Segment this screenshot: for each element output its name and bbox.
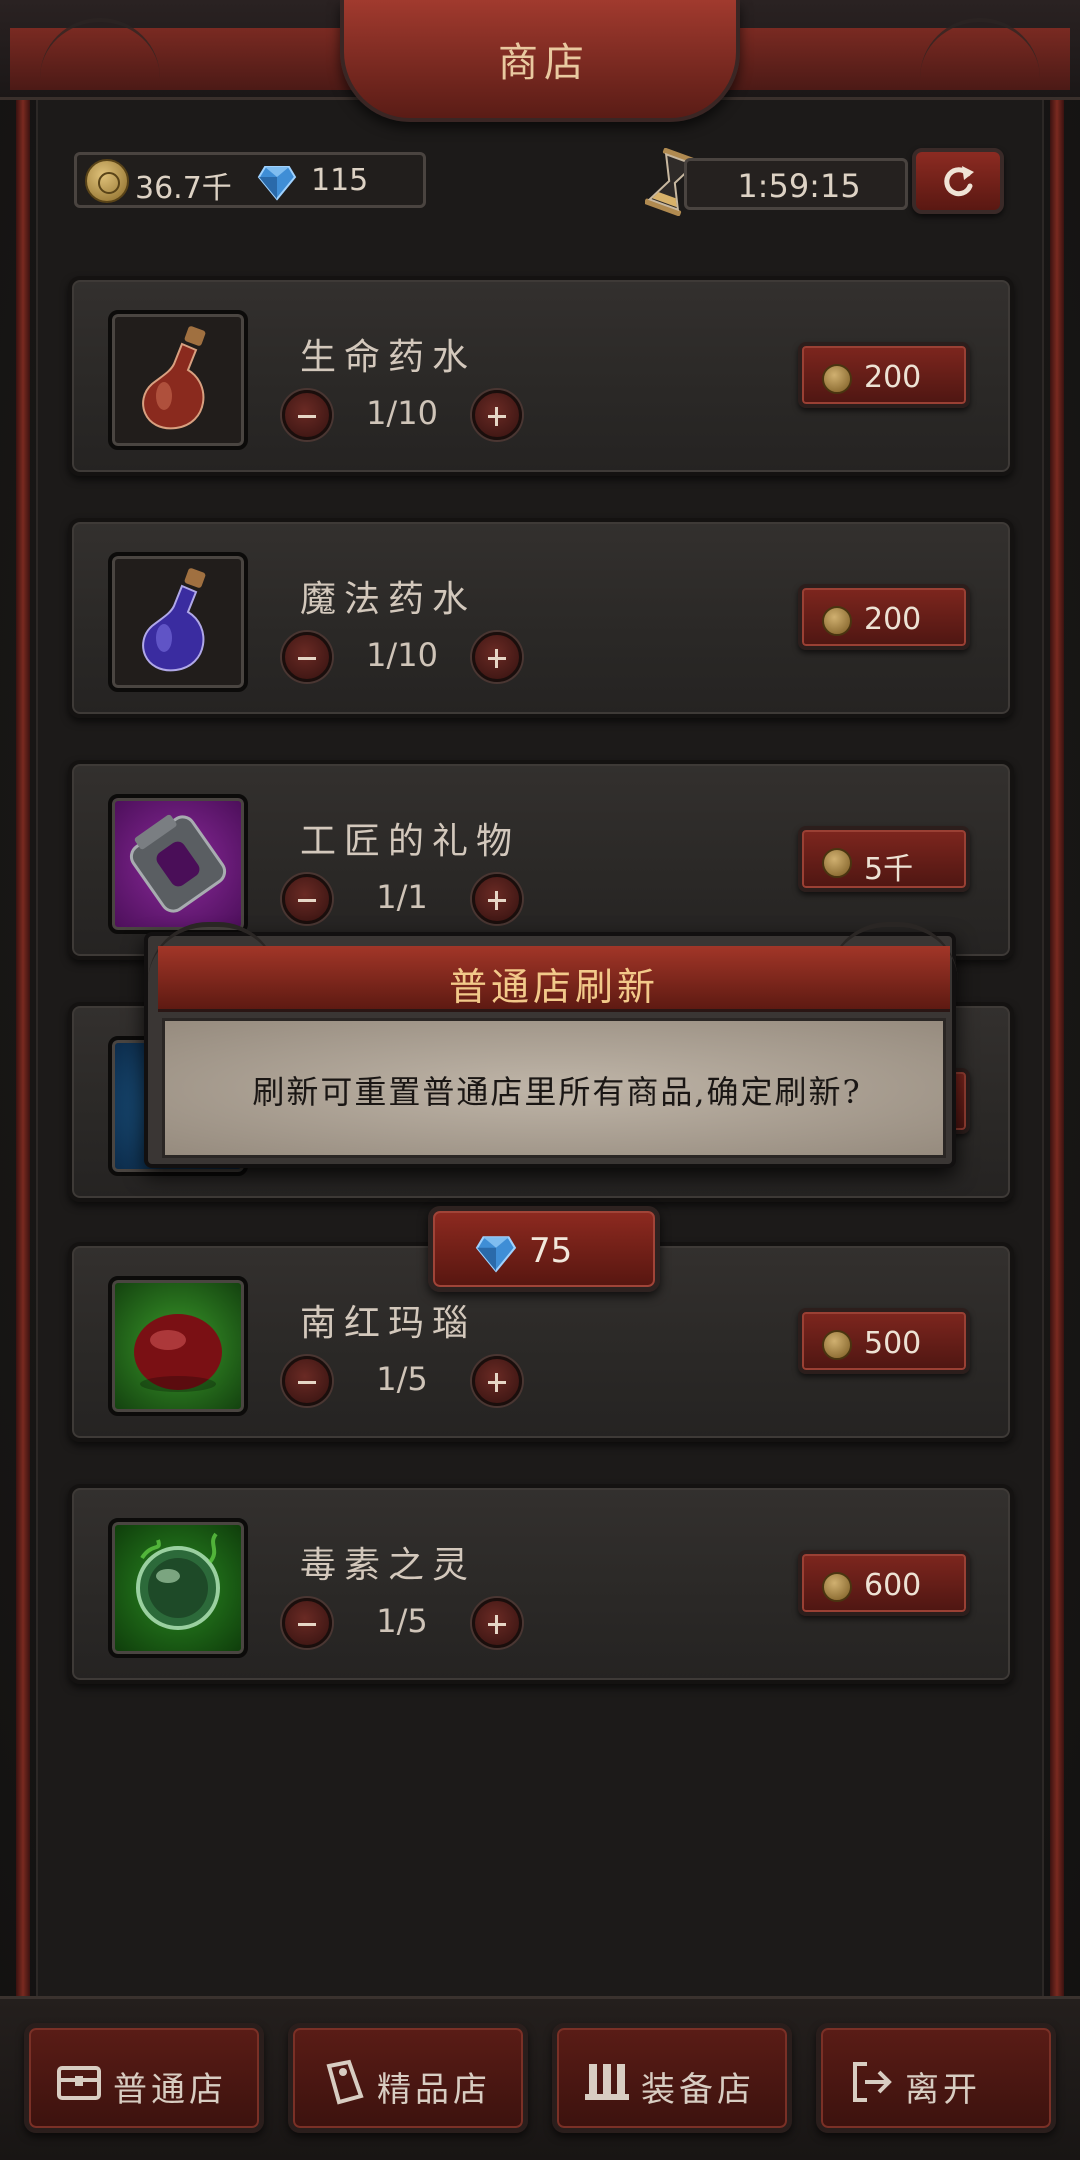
coin-icon xyxy=(822,364,852,394)
dialog-frame: 普通店刷新 刷新可重置普通店里所有商品,确定刷新? xyxy=(144,922,958,1168)
refresh-button[interactable] xyxy=(912,148,1004,214)
nav-label: 普通店 xyxy=(113,2070,227,2110)
item-price: 200 xyxy=(864,602,922,637)
nav-label: 离开 xyxy=(905,2070,981,2110)
item-name: 南红玛瑙 xyxy=(300,1303,477,1344)
increase-quantity-button[interactable] xyxy=(472,390,522,440)
item-icon-frame xyxy=(108,1518,248,1658)
item-quantity: 1/10 xyxy=(366,394,438,432)
diamond-icon xyxy=(475,1236,517,1273)
item-price: 5千 xyxy=(864,852,914,887)
item-name: 工匠的礼物 xyxy=(300,821,521,862)
chest-icon xyxy=(57,2066,101,2100)
bottom-nav: 普通店 精品店 装备店 离开 xyxy=(0,1996,1080,2160)
refresh-confirm-dialog: 普通店刷新 刷新可重置普通店里所有商品,确定刷新? xyxy=(144,922,958,1168)
gem-amount: 115 xyxy=(311,163,369,198)
left-frame-border xyxy=(16,90,30,2000)
item-quantity: 1/5 xyxy=(376,1360,428,1398)
red-agate-icon xyxy=(134,1314,222,1392)
shop-item-card: 毒素之灵 1/5 600 xyxy=(68,1484,1014,1684)
item-quantity: 1/10 xyxy=(366,636,438,674)
dialog-title: 普通店刷新 xyxy=(448,965,659,1009)
right-frame-border xyxy=(1050,90,1064,2000)
exit-icon xyxy=(853,2062,892,2102)
item-price: 500 xyxy=(864,1326,922,1361)
decrease-quantity-button[interactable] xyxy=(282,632,332,682)
title-plaque: 商店 xyxy=(340,0,740,122)
item-price: 200 xyxy=(864,360,922,395)
nav-label: 装备店 xyxy=(641,2070,755,2110)
dialog-header: 普通店刷新 xyxy=(158,946,950,1012)
coin-icon xyxy=(822,1572,852,1602)
item-icon-frame xyxy=(108,794,248,934)
increase-quantity-button[interactable] xyxy=(472,874,522,924)
shop-screen: 商店 36.7千 115 1:59:15 生命药水 1/10 200 魔法药水 … xyxy=(0,0,1080,2160)
shop-item-card: 魔法药水 1/10 200 xyxy=(68,518,1014,718)
refresh-countdown: 1:59:15 xyxy=(737,167,861,205)
buy-button[interactable]: 5千 xyxy=(798,826,970,892)
nav-leave[interactable]: 离开 xyxy=(816,2023,1056,2133)
item-name: 毒素之灵 xyxy=(300,1545,477,1586)
title-bar: 商店 xyxy=(0,0,1080,122)
confirm-refresh-button[interactable]: 75 xyxy=(428,1206,660,1292)
item-icon-frame xyxy=(108,1276,248,1416)
dialog-body: 刷新可重置普通店里所有商品,确定刷新? xyxy=(162,1018,946,1158)
increase-quantity-button[interactable] xyxy=(472,632,522,682)
nav-normal-shop[interactable]: 普通店 xyxy=(24,2023,264,2133)
buy-button[interactable]: 200 xyxy=(798,342,970,408)
toxic-orb-icon xyxy=(136,1532,220,1630)
decrease-quantity-button[interactable] xyxy=(282,1598,332,1648)
item-icon-frame xyxy=(108,310,248,450)
coin-icon xyxy=(822,848,852,878)
buy-button[interactable]: 600 xyxy=(798,1550,970,1616)
coin-icon xyxy=(822,1330,852,1360)
decrease-quantity-button[interactable] xyxy=(282,1356,332,1406)
decrease-quantity-button[interactable] xyxy=(282,874,332,924)
dialog-message: 刷新可重置普通店里所有商品,确定刷新? xyxy=(252,1073,862,1111)
coin-icon xyxy=(822,606,852,636)
red-potion-icon xyxy=(142,326,206,430)
item-price: 600 xyxy=(864,1568,922,1603)
diamond-icon xyxy=(257,166,297,201)
refresh-cost: 75 xyxy=(529,1231,573,1271)
weapon-rack-icon xyxy=(585,2064,629,2100)
price-tag-icon xyxy=(326,2059,364,2105)
shop-item-card: 生命药水 1/10 200 xyxy=(68,276,1014,476)
increase-quantity-button[interactable] xyxy=(472,1598,522,1648)
decrease-quantity-button[interactable] xyxy=(282,390,332,440)
currency-bar: 36.7千 115 xyxy=(74,152,426,208)
item-name: 魔法药水 xyxy=(300,579,477,620)
refresh-countdown-box: 1:59:15 xyxy=(684,158,908,210)
buy-button[interactable]: 200 xyxy=(798,584,970,650)
item-quantity: 1/1 xyxy=(376,878,428,916)
nav-equipment-shop[interactable]: 装备店 xyxy=(552,2023,792,2133)
nav-label: 精品店 xyxy=(377,2070,491,2110)
gold-coin-icon xyxy=(85,159,129,203)
blue-potion-icon xyxy=(142,568,206,672)
page-title: 商店 xyxy=(498,40,590,86)
item-icon-frame xyxy=(108,552,248,692)
buy-button[interactable]: 500 xyxy=(798,1308,970,1374)
item-name: 生命药水 xyxy=(300,337,477,378)
iron-ring-icon xyxy=(129,814,227,913)
refresh-icon xyxy=(944,166,974,197)
gold-amount: 36.7千 xyxy=(135,171,232,206)
increase-quantity-button[interactable] xyxy=(472,1356,522,1406)
nav-premium-shop[interactable]: 精品店 xyxy=(288,2023,528,2133)
item-quantity: 1/5 xyxy=(376,1602,428,1640)
